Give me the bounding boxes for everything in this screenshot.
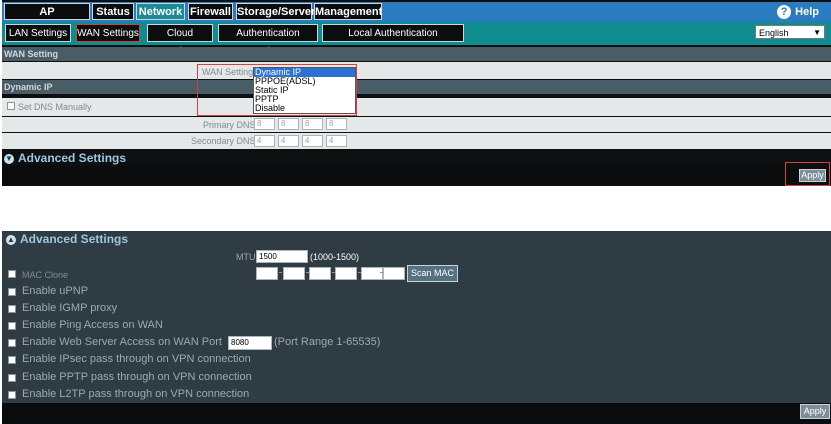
upnp-checkbox[interactable] [8,288,16,296]
primary-dns-row: Primary DNS 8 8 8 8 [2,117,831,132]
mac-octet-2[interactable] [283,267,305,280]
web-server-access-checkbox[interactable] [8,339,16,347]
scan-mac-button[interactable]: Scan MAC [407,265,458,282]
set-dns-row: Set DNS Manually [2,98,831,116]
mac-octet-6[interactable] [383,267,405,280]
subtab-lan-settings[interactable]: LAN Settings [5,24,71,42]
pptp-checkbox[interactable] [8,374,16,382]
igmp-proxy-checkbox[interactable] [8,305,16,313]
sub-nav: LAN Settings WAN Settings Cloud Settings… [2,22,831,57]
tab-network[interactable]: Network [136,3,185,20]
language-select[interactable]: English ▼ [755,25,825,39]
ping-access-label: Enable Ping Access on WAN [22,319,163,331]
tab-ap-management[interactable]: AP Management [4,3,90,35]
mac-octet-1[interactable] [256,267,278,280]
mac-octet-3[interactable] [309,267,331,280]
help-icon: ? [777,5,792,19]
secondary-dns-octet-4[interactable]: 4 [326,135,347,147]
primary-dns-octet-4[interactable]: 8 [326,118,347,130]
dynamic-ip-header: Dynamic IP [2,80,831,94]
tab-storage-server[interactable]: Storage/Server [236,3,315,20]
primary-dns-octet-1[interactable]: 8 [254,118,275,130]
advanced-apply-button[interactable]: Apply [800,404,830,419]
chevron-down-icon: ▼ [813,28,821,37]
help-label: Help [795,5,819,18]
wan-setting-row: WAN Setting [2,62,831,79]
secondary-dns-octet-1[interactable]: 4 [254,135,275,147]
primary-dns-octet-3[interactable]: 8 [302,118,323,130]
mac-clone-label: MAC Clone [22,270,69,280]
l2tp-label: Enable L2TP pass through on VPN connecti… [22,388,250,400]
main-nav: AP Management Status Network Firewall St… [2,2,831,35]
mac-clone-checkbox[interactable] [8,270,16,278]
tab-management[interactable]: Management [314,3,382,20]
language-value: English [759,28,789,38]
wan-setting-header: WAN Setting [2,47,831,61]
secondary-dns-octet-2[interactable]: 4 [278,135,299,147]
mtu-input[interactable]: 1500 [256,250,308,263]
advanced-title: Advanced Settings [20,232,129,246]
upnp-label: Enable uPNP [22,285,89,297]
web-port-range: (Port Range 1-65535) [274,336,381,348]
chevron-up-icon: ▲ [6,234,16,245]
primary-dns-octet-2[interactable]: 8 [278,118,299,130]
web-port-input[interactable]: 8080 [228,336,272,350]
ipsec-label: Enable IPsec pass through on VPN connect… [22,353,251,365]
secondary-dns-label: Secondary DNS [191,136,256,146]
subtab-cloud-settings[interactable]: Cloud Settings [147,24,213,57]
subtab-local-authentication-management[interactable]: Local Authentication Management [322,24,464,57]
igmp-proxy-label: Enable IGMP proxy [22,302,118,314]
pptp-label: Enable PPTP pass through on VPN connecti… [22,371,252,383]
wan-setting-highlight-box [197,64,357,116]
mtu-range: (1000-1500) [310,252,360,262]
wan-setting-title: WAN Setting [4,49,58,59]
mac-separator [279,272,282,273]
web-server-access-label: Enable Web Server Access on WAN Port [22,336,222,348]
advanced-settings-collapse[interactable]: ▲ Advanced Settings [6,232,128,246]
subtab-wan-settings[interactable]: WAN Settings [76,24,140,42]
mtu-label: MTU [236,252,256,262]
wan-settings-panel: AP Management Status Network Firewall St… [2,0,831,186]
advanced-apply-strip [2,403,831,424]
l2tp-checkbox[interactable] [8,391,16,399]
ipsec-checkbox[interactable] [8,356,16,364]
chevron-down-icon: ▼ [4,153,14,164]
tab-firewall[interactable]: Firewall [188,3,233,20]
primary-dns-label: Primary DNS [203,120,256,130]
set-dns-checkbox[interactable] [7,102,15,110]
advanced-settings-label: Advanced Settings [18,151,127,165]
apply-strip [2,166,831,185]
subtab-authentication-settings[interactable]: Authentication Settings [218,24,318,57]
secondary-dns-row: Secondary DNS 4 4 4 4 [2,133,831,149]
mac-octet-5[interactable] [361,267,383,280]
help-link[interactable]: ? Help [777,5,819,19]
ping-access-checkbox[interactable] [8,322,16,330]
dynamic-ip-title: Dynamic IP [4,82,53,92]
set-dns-label: Set DNS Manually [18,102,92,112]
advanced-settings-toggle[interactable]: ▼ Advanced Settings [4,151,126,165]
apply-highlight-box [785,162,830,186]
mac-octet-4[interactable] [335,267,357,280]
tab-status[interactable]: Status [92,3,134,20]
secondary-dns-octet-3[interactable]: 4 [302,135,323,147]
